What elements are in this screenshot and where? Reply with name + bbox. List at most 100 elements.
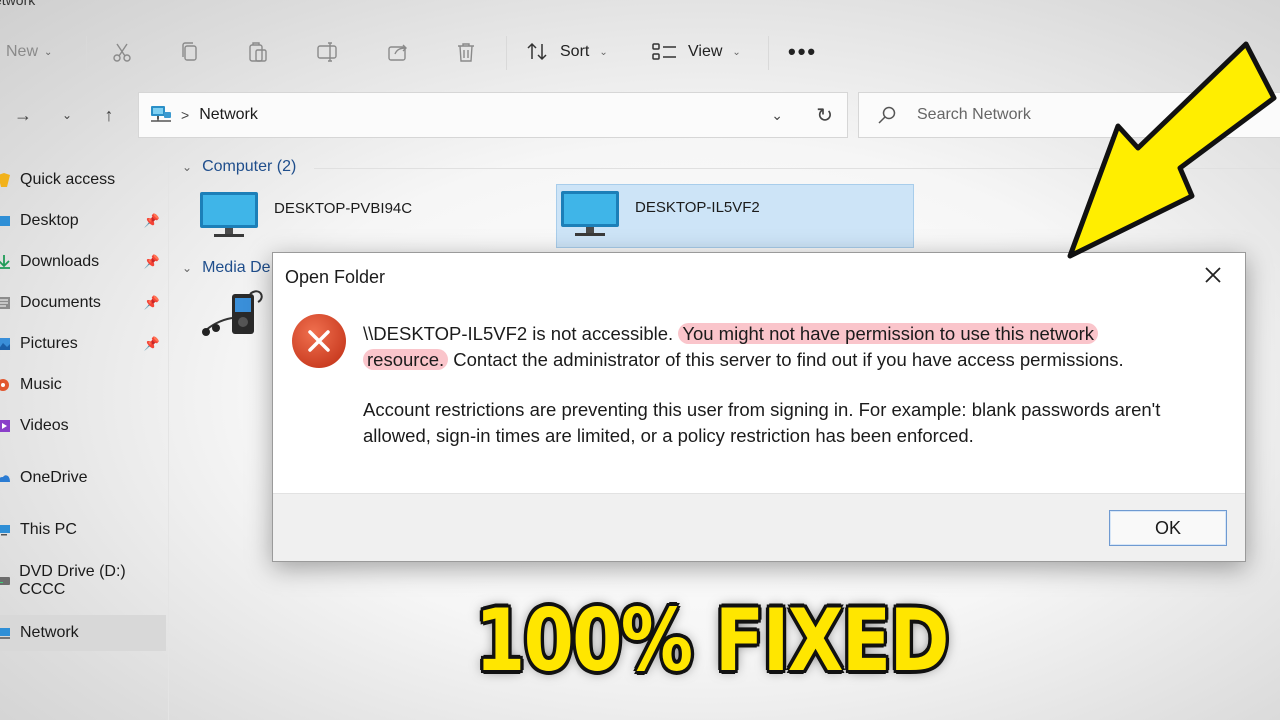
fixed-caption: 100% FIXED — [475, 591, 949, 691]
group-label: Media De — [202, 259, 271, 276]
view-button[interactable]: View ⌄ — [652, 32, 741, 72]
breadcrumb-network[interactable]: Network — [199, 106, 258, 124]
toolbar-divider — [768, 36, 769, 70]
media-player-icon[interactable] — [200, 288, 270, 344]
network-icon — [0, 625, 12, 641]
highlighted-text: resource. — [363, 349, 449, 370]
breadcrumb-separator: > — [181, 107, 190, 123]
chevron-down-icon: ⌄ — [182, 261, 193, 275]
group-header-media-devices[interactable]: ⌄ Media De — [182, 259, 271, 277]
sidebar-item-quick-access[interactable]: Quick access — [0, 162, 166, 198]
address-dropdown-icon[interactable]: ⌄ — [771, 107, 783, 124]
yellow-arrow-icon — [1067, 41, 1277, 259]
delete-icon[interactable] — [446, 32, 486, 72]
new-label: New — [6, 43, 39, 60]
address-bar[interactable]: > Network ⌄ ↻ — [138, 92, 848, 138]
sidebar-item-label: OneDrive — [20, 469, 88, 486]
view-icon — [652, 43, 676, 60]
sidebar-item-label: Downloads — [20, 253, 100, 270]
dialog-footer: OK — [273, 493, 1245, 561]
network-icon — [151, 106, 171, 122]
pictures-icon — [0, 336, 12, 352]
message-text: Contact the administrator of this server… — [448, 349, 1124, 370]
computer-monitor-icon — [561, 191, 619, 236]
sidebar-item-label: Quick access — [20, 171, 116, 188]
sort-icon — [527, 42, 547, 61]
view-label: View — [688, 43, 723, 60]
chevron-down-icon: ⌄ — [732, 46, 741, 58]
star-icon — [0, 172, 12, 188]
download-icon — [0, 254, 12, 270]
group-header-computer[interactable]: ⌄ Computer (2) — [182, 158, 296, 176]
sidebar-item-downloads[interactable]: Downloads 📌 — [0, 244, 166, 280]
highlighted-text: You might not have permission to use thi… — [678, 323, 1099, 344]
pin-icon[interactable]: 📌 — [144, 254, 160, 270]
computer-name: DESKTOP-IL5VF2 — [635, 199, 760, 216]
error-detail: Account restrictions are preventing this… — [363, 399, 1161, 446]
sidebar-item-label: Music — [20, 376, 62, 393]
computer-monitor-icon — [200, 192, 258, 237]
computer-name: DESKTOP-PVBI94C — [274, 200, 413, 217]
search-placeholder: Search Network — [917, 106, 1031, 123]
forward-arrow-icon[interactable]: → — [8, 98, 38, 132]
chevron-down-icon: ⌄ — [44, 46, 53, 58]
computer-tile[interactable]: DESKTOP-PVBI94C — [196, 186, 536, 250]
group-label: Computer (2) — [202, 158, 297, 175]
sidebar-item-label: Pictures — [20, 335, 78, 352]
dvd-icon — [0, 573, 11, 589]
toolbar-divider — [506, 36, 507, 70]
error-icon — [292, 314, 346, 368]
sort-button[interactable]: Sort ⌄ — [526, 32, 608, 72]
dialog-title: Open Folder — [285, 267, 386, 287]
refresh-icon[interactable]: ↻ — [816, 103, 833, 128]
cloud-icon — [0, 470, 12, 486]
paste-icon[interactable] — [238, 32, 278, 72]
share-icon[interactable] — [378, 32, 418, 72]
pin-icon[interactable]: 📌 — [144, 295, 160, 311]
chevron-down-icon: ⌄ — [599, 46, 608, 58]
sidebar-item-label: Network — [20, 624, 79, 641]
cut-icon[interactable] — [102, 32, 142, 72]
more-options-button[interactable]: ••• — [788, 32, 817, 72]
sort-label: Sort — [560, 43, 590, 60]
sidebar-item-label: DVD Drive (D:) CCCC — [19, 563, 126, 598]
sidebar-item-label: This PC — [20, 521, 77, 538]
documents-icon — [0, 295, 12, 311]
sidebar-item-onedrive[interactable]: OneDrive — [0, 460, 166, 496]
pin-icon[interactable]: 📌 — [144, 213, 160, 229]
sidebar-item-pictures[interactable]: Pictures 📌 — [0, 326, 166, 362]
sidebar-item-music[interactable]: Music — [0, 367, 166, 403]
pc-icon — [0, 522, 12, 538]
sidebar-item-label: Videos — [20, 417, 69, 434]
open-folder-dialog: Open Folder \\DESKTOP-IL5VF2 is not acce… — [272, 252, 1246, 562]
rename-icon[interactable] — [308, 32, 348, 72]
copy-icon[interactable] — [170, 32, 210, 72]
new-button[interactable]: New ⌄ — [6, 32, 52, 72]
command-bar: New ⌄ Sort ⌄ View ⌄ ••• — [0, 28, 1080, 76]
sidebar-item-dvd-drive[interactable]: DVD Drive (D:) CCCC — [0, 563, 166, 599]
desktop-folder-icon — [0, 213, 12, 229]
network-path: \\DESKTOP-IL5VF2 — [363, 323, 528, 344]
up-arrow-icon[interactable]: ↑ — [94, 98, 124, 132]
window-title: etwork — [0, 0, 36, 8]
computer-tile-selected[interactable]: DESKTOP-IL5VF2 — [556, 184, 914, 248]
music-icon — [0, 377, 12, 393]
sidebar-item-label: Documents — [20, 294, 101, 311]
sidebar-item-documents[interactable]: Documents 📌 — [0, 285, 166, 321]
toolbar-divider — [86, 36, 87, 70]
pane-divider[interactable] — [168, 140, 169, 720]
sidebar-item-label: Desktop — [20, 212, 79, 229]
navigation-pane: Quick access Desktop 📌 Downloads 📌 Docum… — [0, 150, 168, 720]
pin-icon[interactable]: 📌 — [144, 336, 160, 352]
error-summary: \\DESKTOP-IL5VF2 is not accessible. You … — [363, 321, 1233, 373]
sidebar-item-this-pc[interactable]: This PC — [0, 512, 166, 548]
chevron-down-icon: ⌄ — [182, 160, 193, 174]
recent-locations-chevron-icon[interactable]: ⌄ — [52, 98, 82, 132]
ok-button[interactable]: OK — [1109, 510, 1227, 546]
sidebar-item-desktop[interactable]: Desktop 📌 — [0, 203, 166, 239]
sidebar-item-network[interactable]: Network — [0, 615, 166, 651]
sidebar-item-videos[interactable]: Videos — [0, 408, 166, 444]
message-text: is not accessible. — [527, 323, 679, 344]
videos-icon — [0, 418, 12, 434]
dialog-message: \\DESKTOP-IL5VF2 is not accessible. You … — [363, 321, 1233, 449]
